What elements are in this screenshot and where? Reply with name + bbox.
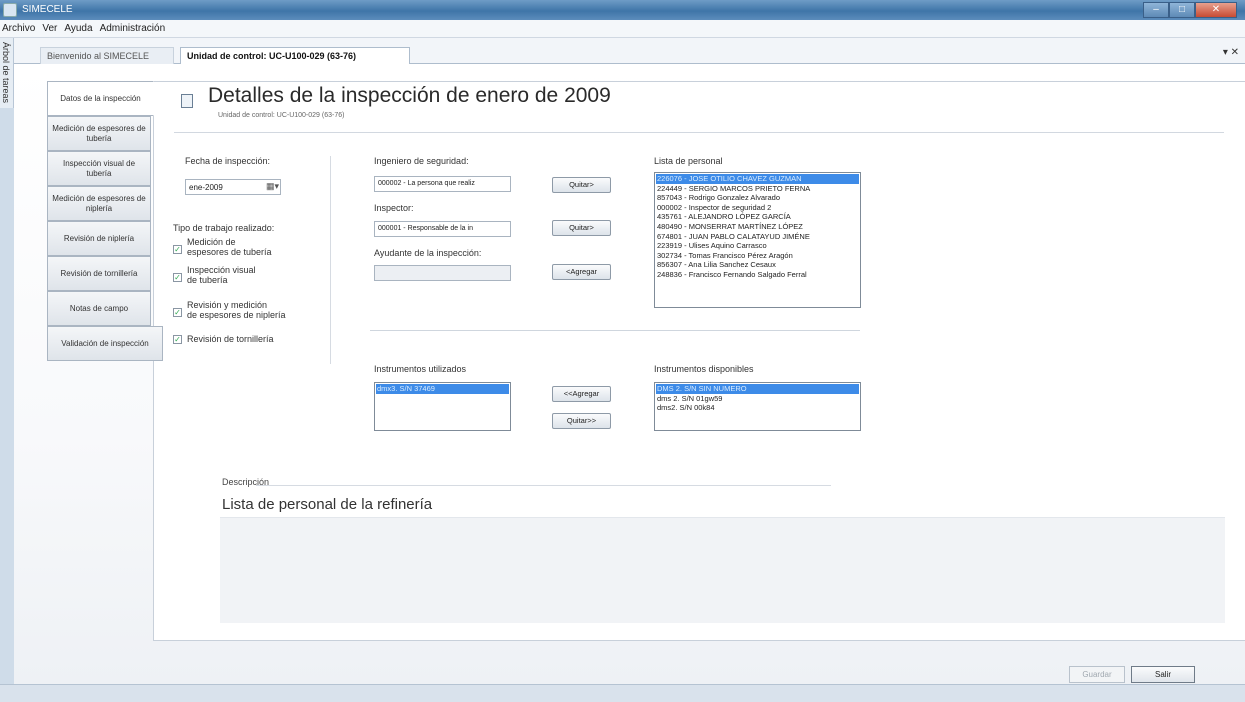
minimize-button[interactable]: – [1143, 2, 1169, 18]
label-inspeccion-visual-2: de tubería [187, 275, 228, 285]
nav-validacion-inspeccion[interactable]: Validación de inspección [47, 326, 163, 361]
app-icon [3, 3, 17, 17]
checkbox-medicion-espesores[interactable]: ✓ [173, 245, 182, 254]
checkbox-revision-medicion-nipleria[interactable]: ✓ [173, 308, 182, 317]
vertical-divider [330, 156, 331, 364]
window-title: SIMECELE [22, 4, 73, 15]
nav-medicion-espesores-nipleria[interactable]: Medición de espesores de niplería [47, 186, 151, 221]
title-bar: SIMECELE – □ ✕ [0, 0, 1245, 20]
menu-archivo[interactable]: Archivo [2, 23, 35, 34]
descripcion-divider [256, 485, 831, 486]
page-subtitle: Unidad de control: UC-U100-029 (63-76) [218, 112, 345, 119]
personal-item[interactable]: 000002 - Inspector de seguridad 2 [656, 203, 859, 213]
personal-item[interactable]: 857043 - Rodrigo Gonzalez Alvarado [656, 193, 859, 203]
section-divider [370, 330, 860, 331]
guardar-button[interactable]: Guardar [1069, 666, 1125, 683]
personal-item[interactable]: 856307 - Ana Lilia Sanchez Cesaux [656, 260, 859, 270]
window-controls: – □ ✕ [1143, 2, 1237, 18]
personal-item[interactable]: 674801 - JUAN PABLO CALATAYUD JIMÉNE [656, 232, 859, 242]
descripcion-text: Lista de personal de la refinería [222, 496, 433, 513]
personal-item[interactable]: 302734 - Tomas Francisco Pérez Aragón [656, 251, 859, 261]
personal-item[interactable]: 248836 - Francisco Fernando Salgado Ferr… [656, 270, 859, 280]
menu-ver[interactable]: Ver [42, 23, 57, 34]
instrumentos-disponibles-label: Instrumentos disponibles [654, 364, 754, 374]
ingeniero-label: Ingeniero de seguridad: [374, 156, 469, 166]
nav-inspeccion-visual-tuberia[interactable]: Inspección visual de tubería [47, 151, 151, 186]
personal-item[interactable]: 223919 - Ulises Aquino Carrasco [656, 241, 859, 251]
ayudante-label: Ayudante de la inspección: [374, 248, 482, 258]
personal-item[interactable]: 435761 - ALEJANDRO LÓPEZ GARCÍA [656, 212, 859, 222]
label-revision-nipleria-2: de espesores de niplería [187, 310, 286, 320]
ingeniero-field[interactable]: 000002 - La persona que realiz [374, 176, 511, 192]
quitar-instrumento-button[interactable]: Quitar>> [552, 413, 611, 429]
label-inspeccion-visual-1: Inspección visual [187, 265, 256, 275]
instrumento-disponible-item[interactable]: DMS 2. S/N SIN NUMERO [656, 384, 859, 394]
lista-personal-listbox[interactable]: 226076 - JOSE OTILIO CHAVEZ GUZMAN 22444… [654, 172, 861, 308]
salir-button[interactable]: Salir [1131, 666, 1195, 683]
nav-notas-campo[interactable]: Notas de campo [47, 291, 151, 326]
lista-personal-label: Lista de personal [654, 156, 723, 166]
instrumentos-utilizados-label: Instrumentos utilizados [374, 364, 467, 374]
instrumento-utilizado-item[interactable]: dmx3. S/N 37469 [376, 384, 509, 394]
page-title: Detalles de la inspección de enero de 20… [208, 84, 611, 107]
content-area: Datos de la inspección Medición de espes… [14, 64, 1245, 684]
personal-item[interactable]: 224449 - SERGIO MARCOS PRIETO FERNA [656, 184, 859, 194]
inspector-field[interactable]: 000001 - Responsable de la in [374, 221, 511, 237]
label-medicion-espesores-2: espesores de tubería [187, 247, 272, 257]
task-tree-label: Árbol de tareas [1, 42, 11, 104]
document-tabs: Bienvenido al SIMECELE Unidad de control… [14, 38, 1245, 64]
document-icon [181, 94, 193, 108]
checkbox-inspeccion-visual[interactable]: ✓ [173, 273, 182, 282]
quitar-ingeniero-button[interactable]: Quitar> [552, 177, 611, 193]
tab-bienvenido[interactable]: Bienvenido al SIMECELE [40, 47, 174, 64]
menu-administracion[interactable]: Administración [100, 23, 166, 34]
instrumento-disponible-item[interactable]: dms2. S/N 00k84 [656, 403, 859, 413]
status-bar [0, 684, 1245, 702]
fecha-label: Fecha de inspección: [185, 156, 271, 166]
header-divider [174, 132, 1224, 133]
descripcion-group: Descripción Lista de personal de la refi… [220, 477, 1225, 623]
agregar-ayudante-button[interactable]: <Agregar [552, 264, 611, 280]
task-tree-tab[interactable]: Árbol de tareas [0, 38, 14, 108]
ayudante-field[interactable] [374, 265, 511, 281]
personal-item[interactable]: 480490 - MONSERRAT MARTÍNEZ LÓPEZ [656, 222, 859, 232]
personal-item[interactable]: 226076 - JOSE OTILIO CHAVEZ GUZMAN [656, 174, 859, 184]
close-document-icon[interactable]: ▾ ✕ [1223, 47, 1239, 58]
nav-datos-inspeccion[interactable]: Datos de la inspección [47, 81, 154, 116]
nav-revision-nipleria[interactable]: Revisión de niplería [47, 221, 151, 256]
nav-revision-tornilleria[interactable]: Revisión de tornillería [47, 256, 151, 291]
nav-medicion-espesores-tuberia[interactable]: Medición de espesores de tubería [47, 116, 151, 151]
close-window-button[interactable]: ✕ [1195, 2, 1237, 18]
calendar-dropdown-icon[interactable]: ▦▾ [266, 181, 279, 192]
menu-bar: Archivo Ver Ayuda Administración [0, 20, 1245, 38]
label-medicion-espesores-1: Medición de [187, 237, 236, 247]
label-revision-tornilleria: Revisión de tornillería [187, 334, 274, 344]
menu-ayuda[interactable]: Ayuda [64, 23, 92, 34]
quitar-inspector-button[interactable]: Quitar> [552, 220, 611, 236]
label-revision-nipleria-1: Revisión y medición [187, 300, 268, 310]
maximize-button[interactable]: □ [1169, 2, 1195, 18]
checkbox-revision-tornilleria[interactable]: ✓ [173, 335, 182, 344]
inspector-label: Inspector: [374, 203, 414, 213]
tipo-trabajo-label: Tipo de trabajo realizado: [173, 223, 275, 233]
descripcion-area[interactable] [220, 517, 1225, 623]
instrumento-disponible-item[interactable]: dms 2. S/N 01gw59 [656, 394, 859, 404]
instrumentos-utilizados-listbox[interactable]: dmx3. S/N 37469 [374, 382, 511, 431]
descripcion-label: Descripción [222, 477, 270, 487]
instrumentos-disponibles-listbox[interactable]: DMS 2. S/N SIN NUMERO dms 2. S/N 01gw59 … [654, 382, 861, 431]
agregar-instrumento-button[interactable]: <<Agregar [552, 386, 611, 402]
tab-unidad-control[interactable]: Unidad de control: UC-U100-029 (63-76) [180, 47, 410, 64]
